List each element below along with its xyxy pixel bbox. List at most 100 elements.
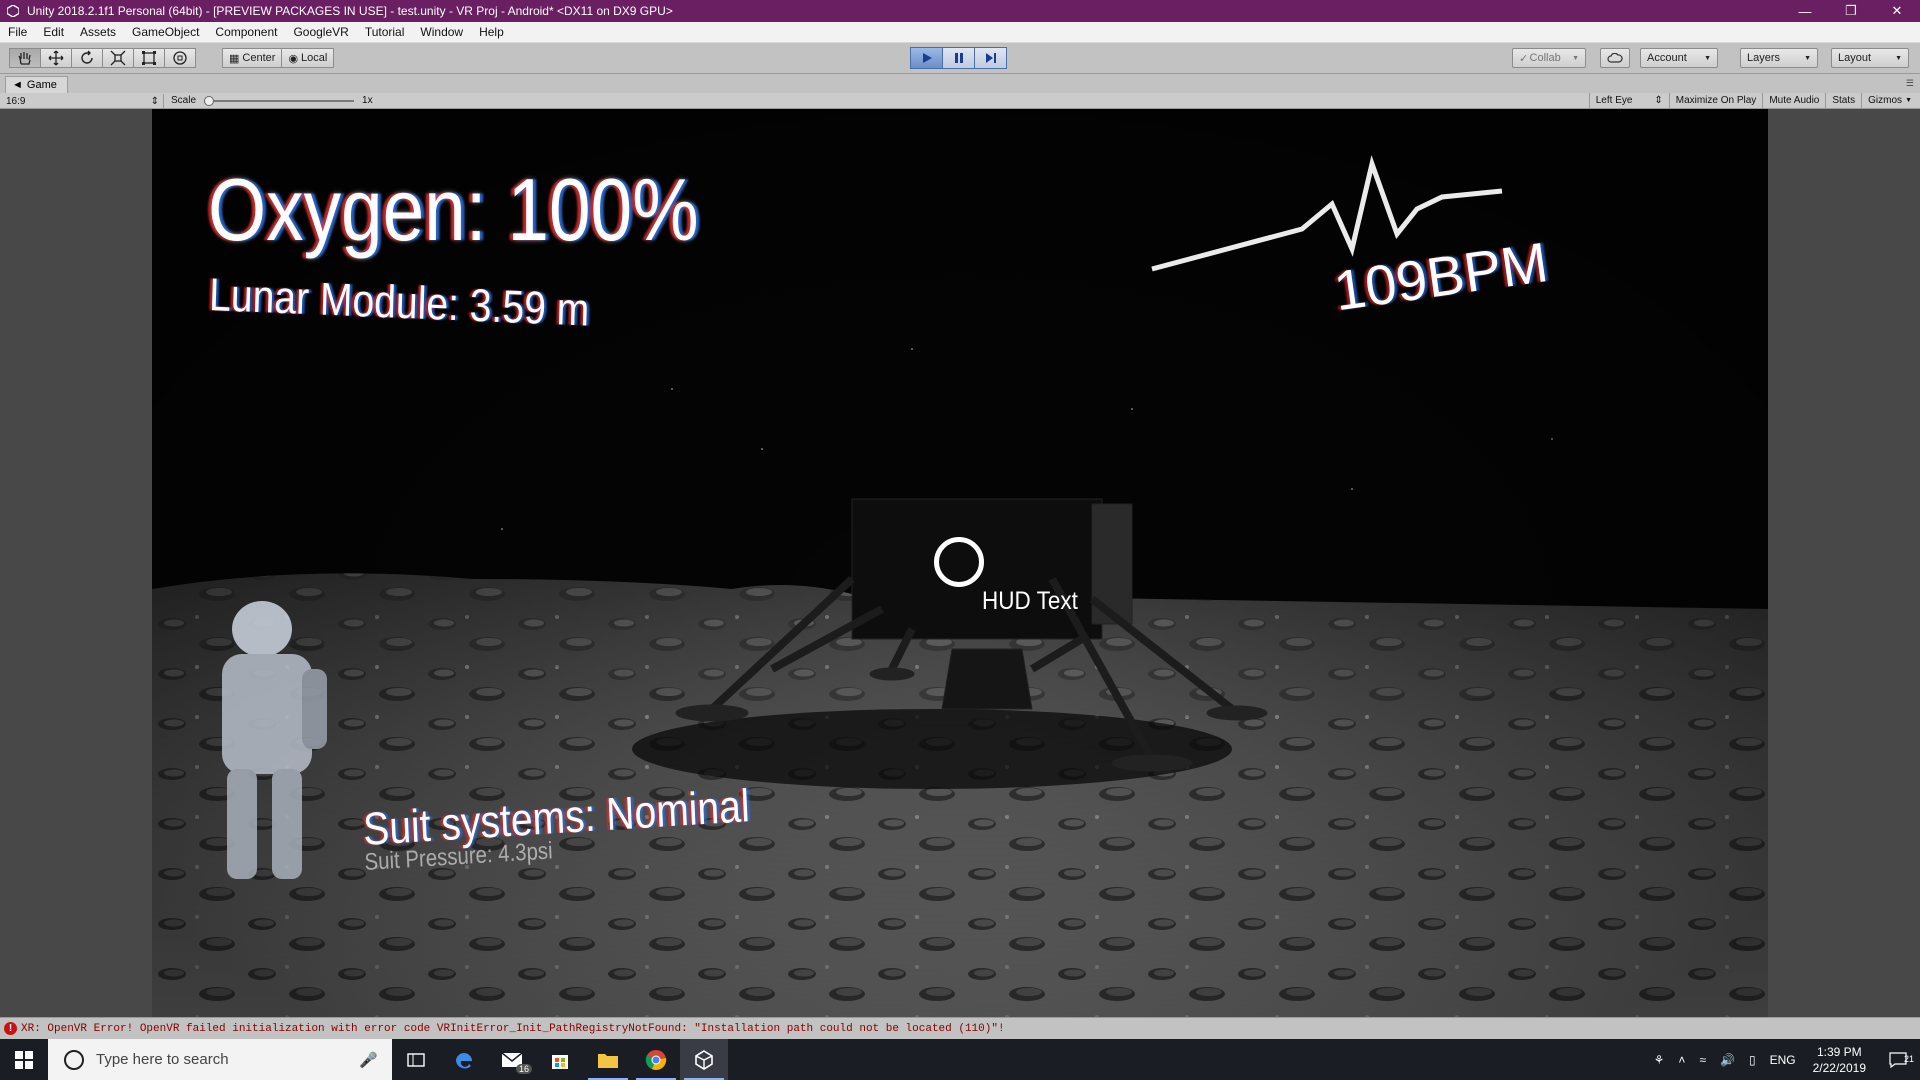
battery-icon[interactable]: ▯ bbox=[1742, 1053, 1763, 1067]
move-tool-icon[interactable] bbox=[40, 48, 72, 68]
menu-help[interactable]: Help bbox=[471, 25, 512, 39]
mail-icon[interactable]: 16 bbox=[488, 1039, 536, 1080]
unity-icon[interactable] bbox=[680, 1039, 728, 1080]
chrome-icon[interactable] bbox=[632, 1039, 680, 1080]
layout-dropdown[interactable]: Layout ▼ bbox=[1831, 48, 1909, 68]
game-view-toolbar: 16:9 ⇕ Scale 1x Left Eye ⇕ Maximize On P… bbox=[0, 93, 1920, 109]
tab-menu-icon[interactable]: ☰ bbox=[1906, 78, 1914, 89]
stats-toggle[interactable]: Stats bbox=[1825, 93, 1861, 108]
main-toolbar: ▦ Center ◉ Local ✓ Collab ▼ Account ▼ La… bbox=[0, 43, 1920, 74]
maximize-on-play-toggle[interactable]: Maximize On Play bbox=[1668, 93, 1763, 108]
account-label: Account bbox=[1647, 52, 1687, 64]
cloud-icon bbox=[1607, 53, 1623, 63]
hand-tool-icon[interactable] bbox=[9, 48, 41, 68]
menu-edit[interactable]: Edit bbox=[35, 25, 72, 39]
dropdown-caret-icon: ▼ bbox=[1804, 54, 1811, 62]
windows-taskbar: Type here to search 🎤 16 ⚘ ˄ ≈ 🔊 ▯ ENG 1… bbox=[0, 1039, 1920, 1080]
updown-caret-icon: ⇕ bbox=[1654, 95, 1663, 106]
scale-label: Scale bbox=[171, 95, 197, 106]
wifi-icon[interactable]: ≈ bbox=[1692, 1053, 1713, 1067]
menu-assets[interactable]: Assets bbox=[72, 25, 124, 39]
pivot-local-label: Local bbox=[301, 52, 328, 64]
scale-slider-knob[interactable] bbox=[204, 95, 215, 106]
pause-icon bbox=[954, 53, 963, 63]
pivot-center-button[interactable]: ▦ Center bbox=[222, 48, 283, 68]
window-title: Unity 2018.2.1f1 Personal (64bit) - [PRE… bbox=[27, 4, 673, 18]
menu-gameobject[interactable]: GameObject bbox=[124, 25, 207, 39]
minimize-icon[interactable]: — bbox=[1782, 0, 1828, 22]
scale-slider[interactable] bbox=[204, 95, 355, 106]
check-icon: ✓ bbox=[1519, 52, 1529, 65]
search-placeholder: Type here to search bbox=[96, 1051, 229, 1068]
oxygen-readout: Oxygen: 100% bbox=[208, 160, 699, 259]
step-icon bbox=[985, 53, 996, 63]
transform-tool-icon[interactable] bbox=[164, 48, 196, 68]
console-message: XR: OpenVR Error! OpenVR failed initiali… bbox=[21, 1022, 1005, 1035]
pause-button[interactable] bbox=[942, 47, 975, 69]
file-explorer-icon[interactable] bbox=[584, 1039, 632, 1080]
edge-icon[interactable] bbox=[440, 1039, 488, 1080]
mute-audio-toggle[interactable]: Mute Audio bbox=[1762, 93, 1825, 108]
eye-dropdown[interactable]: Left Eye ⇕ bbox=[1588, 93, 1669, 108]
microphone-icon[interactable]: 🎤 bbox=[359, 1051, 378, 1069]
console-status-bar[interactable]: ! XR: OpenVR Error! OpenVR failed initia… bbox=[0, 1017, 1920, 1039]
step-button[interactable] bbox=[974, 47, 1007, 69]
game-view[interactable]: Oxygen: 100% Lunar Module: 3.59 m 109BPM… bbox=[152, 109, 1768, 1017]
play-button[interactable] bbox=[910, 47, 943, 69]
layout-label: Layout bbox=[1838, 52, 1872, 64]
input-language[interactable]: ENG bbox=[1763, 1053, 1803, 1067]
menu-component[interactable]: Component bbox=[207, 25, 285, 39]
menu-bar: File Edit Assets GameObject Component Go… bbox=[0, 22, 1920, 43]
gaze-reticle bbox=[934, 537, 984, 587]
system-tray: ⚘ ˄ ≈ 🔊 ▯ ENG 1:39 PM 2/22/2019 21 bbox=[1647, 1039, 1920, 1080]
scale-control: Scale 1x bbox=[171, 95, 373, 106]
menu-tutorial[interactable]: Tutorial bbox=[357, 25, 413, 39]
dropdown-caret-icon: ▼ bbox=[1895, 54, 1902, 62]
mail-badge: 16 bbox=[515, 1064, 532, 1074]
system-clock[interactable]: 1:39 PM 2/22/2019 bbox=[1803, 1044, 1876, 1076]
task-view-icon[interactable] bbox=[392, 1039, 440, 1080]
aspect-label: 16:9 bbox=[6, 95, 26, 107]
gizmos-label: Gizmos bbox=[1868, 95, 1903, 106]
action-center-icon[interactable]: 21 bbox=[1876, 1051, 1920, 1068]
tab-game[interactable]: ◄ Game bbox=[5, 76, 68, 93]
windows-logo-icon bbox=[15, 1050, 33, 1069]
volume-icon[interactable]: 🔊 bbox=[1713, 1053, 1742, 1067]
dropdown-caret-icon: ▼ bbox=[1704, 54, 1711, 62]
close-icon[interactable]: ✕ bbox=[1874, 0, 1920, 22]
globe-icon: ◉ bbox=[288, 52, 299, 65]
updown-caret-icon: ⇕ bbox=[150, 95, 159, 107]
unity-logo-icon bbox=[5, 3, 21, 19]
account-dropdown[interactable]: Account ▼ bbox=[1640, 48, 1718, 68]
gizmos-dropdown[interactable]: Gizmos ▼ bbox=[1861, 93, 1918, 108]
rect-tool-icon[interactable] bbox=[133, 48, 165, 68]
pivot-center-icon: ▦ bbox=[229, 52, 240, 65]
cloud-button[interactable] bbox=[1600, 48, 1630, 68]
collab-dropdown[interactable]: ✓ Collab ▼ bbox=[1512, 48, 1586, 68]
restore-icon[interactable]: ❐ bbox=[1828, 0, 1874, 22]
hud-text-label: HUD Text bbox=[982, 587, 1078, 615]
people-icon[interactable]: ⚘ bbox=[1647, 1053, 1672, 1067]
layers-label: Layers bbox=[1747, 52, 1781, 64]
menu-file[interactable]: File bbox=[0, 25, 35, 39]
start-button[interactable] bbox=[0, 1039, 48, 1080]
game-controller-icon: ◄ bbox=[12, 79, 23, 91]
cortana-icon bbox=[64, 1049, 84, 1070]
collab-label: Collab bbox=[1529, 52, 1561, 64]
pivot-local-button[interactable]: ◉ Local bbox=[281, 48, 335, 68]
pivot-center-label: Center bbox=[242, 52, 276, 64]
show-hidden-icons-icon[interactable]: ˄ bbox=[1671, 1053, 1692, 1067]
store-icon[interactable] bbox=[536, 1039, 584, 1080]
error-icon: ! bbox=[4, 1022, 17, 1035]
taskbar-search-box[interactable]: Type here to search 🎤 bbox=[48, 1039, 392, 1080]
clock-date: 2/22/2019 bbox=[1812, 1060, 1866, 1075]
menu-window[interactable]: Window bbox=[412, 25, 471, 39]
window-titlebar: Unity 2018.2.1f1 Personal (64bit) - [PRE… bbox=[0, 0, 1920, 22]
scale-tool-icon[interactable] bbox=[102, 48, 134, 68]
layers-dropdown[interactable]: Layers ▼ bbox=[1740, 48, 1818, 68]
rotate-tool-icon[interactable] bbox=[71, 48, 103, 68]
notification-count: 21 bbox=[1903, 1053, 1914, 1064]
menu-googlevr[interactable]: GoogleVR bbox=[285, 25, 356, 39]
aspect-dropdown[interactable]: 16:9 ⇕ bbox=[6, 94, 164, 108]
play-icon bbox=[922, 53, 932, 63]
